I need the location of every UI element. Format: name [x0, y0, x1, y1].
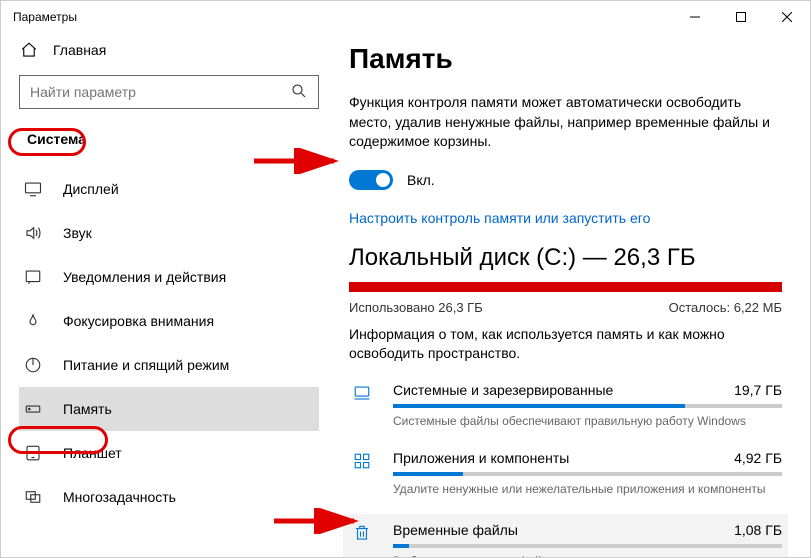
- nav-item-multi[interactable]: Многозадачность: [19, 475, 319, 519]
- sound-icon: [23, 224, 43, 242]
- nav-item-storage[interactable]: Память: [19, 387, 319, 431]
- category-subtext: Удалите ненужные или нежелательные прило…: [393, 482, 782, 496]
- storage-icon: [23, 400, 43, 418]
- nav-item-label: Питание и спящий режим: [63, 357, 229, 373]
- pc-icon: [349, 382, 375, 402]
- storage-category-row[interactable]: Приложения и компоненты 4,92 ГБ Удалите не…: [349, 446, 782, 500]
- nav-item-label: Память: [63, 401, 112, 417]
- nav-item-power[interactable]: Питание и спящий режим: [19, 343, 319, 387]
- category-name: Системные и зарезервированные: [393, 382, 613, 398]
- section-label: Система: [19, 127, 94, 151]
- power-icon: [23, 356, 43, 374]
- search-icon: [290, 82, 308, 103]
- nav-item-label: Планшет: [63, 445, 122, 461]
- maximize-button[interactable]: [718, 1, 764, 33]
- close-button[interactable]: [764, 1, 810, 33]
- apps-icon: [349, 450, 375, 470]
- titlebar: Параметры: [1, 1, 810, 33]
- category-size: 19,7 ГБ: [734, 382, 782, 398]
- disk-used-label: Использовано 26,3 ГБ: [349, 300, 483, 315]
- home-button[interactable]: Главная: [19, 41, 319, 59]
- nav-item-label: Звук: [63, 225, 92, 241]
- disk-info-text: Информация о том, как используется памят…: [349, 325, 782, 364]
- search-box[interactable]: [19, 75, 319, 109]
- category-bar: [393, 404, 782, 408]
- nav-item-display[interactable]: Дисплей: [19, 167, 319, 211]
- minimize-button[interactable]: [672, 1, 718, 33]
- focus-icon: [23, 312, 43, 330]
- trash-icon: [349, 522, 375, 542]
- disk-title: Локальный диск (C:) — 26,3 ГБ: [349, 244, 782, 272]
- category-subtext: Выберите временные файлы для удаления: [393, 554, 782, 557]
- nav-item-label: Уведомления и действия: [63, 269, 226, 285]
- display-icon: [23, 180, 43, 198]
- notify-icon: [23, 268, 43, 286]
- category-bar: [393, 544, 782, 548]
- category-subtext: Системные файлы обеспечивают правильную …: [393, 414, 782, 428]
- nav-item-tablet[interactable]: Планшет: [19, 431, 319, 475]
- home-label: Главная: [53, 42, 106, 58]
- category-size: 4,92 ГБ: [734, 450, 782, 466]
- nav-item-notify[interactable]: Уведомления и действия: [19, 255, 319, 299]
- multi-icon: [23, 488, 43, 506]
- category-size: 1,08 ГБ: [734, 522, 782, 538]
- nav-item-label: Фокусировка внимания: [63, 313, 214, 329]
- nav-item-label: Дисплей: [63, 181, 119, 197]
- tablet-icon: [23, 444, 43, 462]
- home-icon: [19, 41, 39, 59]
- nav-item-sound[interactable]: Звук: [19, 211, 319, 255]
- category-name: Приложения и компоненты: [393, 450, 569, 466]
- storage-sense-toggle[interactable]: [349, 170, 393, 190]
- storage-sense-description: Функция контроля памяти может автоматиче…: [349, 93, 782, 152]
- disk-free-label: Осталось: 6,22 МБ: [669, 300, 782, 315]
- search-input[interactable]: [30, 84, 290, 100]
- disk-usage-bar: [349, 282, 782, 292]
- page-title: Память: [349, 43, 782, 75]
- nav-item-label: Многозадачность: [63, 489, 176, 505]
- configure-link[interactable]: Настроить контроль памяти или запустить …: [349, 210, 782, 226]
- toggle-label: Вкл.: [407, 172, 435, 188]
- category-name: Временные файлы: [393, 522, 518, 538]
- category-bar: [393, 472, 782, 476]
- main-panel: Память Функция контроля памяти может авт…: [331, 33, 810, 557]
- sidebar: Главная Система Дисплей Звук Уведомления и…: [1, 33, 331, 557]
- storage-category-row[interactable]: Временные файлы 1,08 ГБ Выберите временные…: [343, 514, 788, 557]
- storage-category-row[interactable]: Системные и зарезервированные 19,7 ГБ Сист…: [349, 378, 782, 432]
- window-title: Параметры: [13, 10, 672, 24]
- nav-item-focus[interactable]: Фокусировка внимания: [19, 299, 319, 343]
